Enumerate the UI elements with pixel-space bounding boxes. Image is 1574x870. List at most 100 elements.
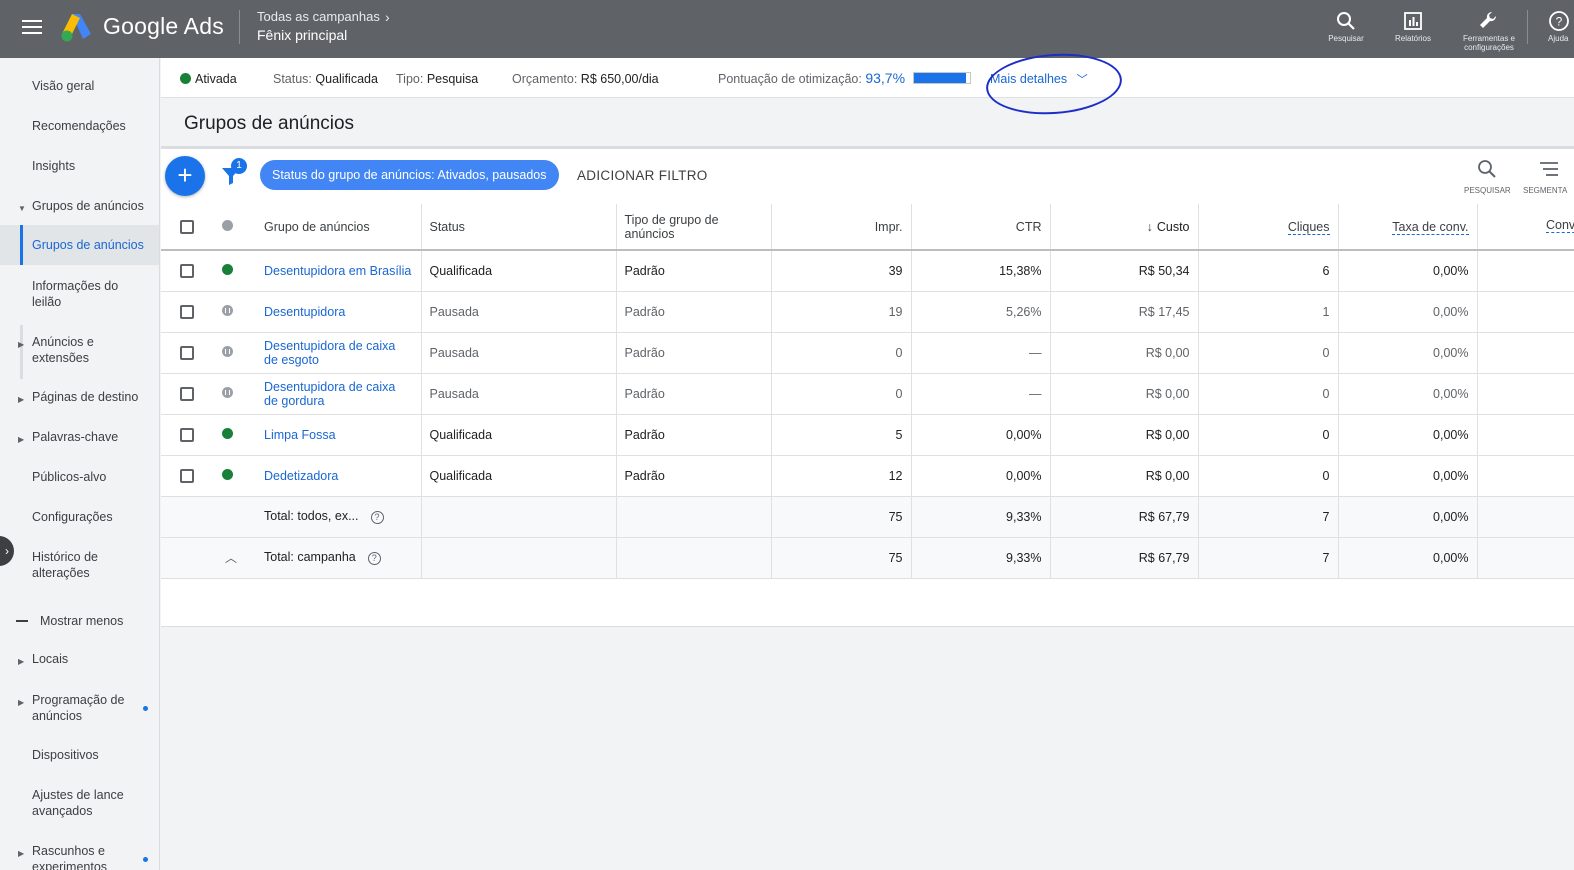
row-checkbox[interactable] <box>161 250 213 292</box>
ad-group-name-cell[interactable]: Desentupidora em Brasília <box>256 250 421 292</box>
table-row[interactable]: Desentupidora Pausada Padrão 19 5,26% R$… <box>161 291 1574 333</box>
impressions-cell: 0 <box>770 373 911 415</box>
table-row[interactable]: Desentupidora de caixa de gordura Pausad… <box>161 373 1574 415</box>
collapse-totals-button[interactable]: ︿ <box>213 537 256 579</box>
status-cell: Pausada <box>420 291 616 333</box>
sidebar-item-audiences[interactable]: Públicos-alvo <box>0 469 159 485</box>
total-clicks: 7 <box>1197 496 1338 538</box>
ad-group-link[interactable]: Dedetizadora <box>264 469 413 483</box>
row-status-icon[interactable] <box>213 250 256 292</box>
sidebar-item-ad-schedule[interactable]: ▶ Programação de anúncios <box>0 692 159 724</box>
segment-button[interactable]: SEGMENTA <box>1523 159 1574 195</box>
total-conv-rate: 0,00% <box>1337 537 1477 579</box>
ad-group-link[interactable]: Desentupidora de caixa de esgoto <box>264 339 413 367</box>
sidebar-item-change-history[interactable]: Histórico de alterações <box>0 549 159 581</box>
row-checkbox[interactable] <box>161 332 213 374</box>
header-status-dot <box>213 204 256 251</box>
column-header-impressions[interactable]: Impr. <box>770 204 911 251</box>
caret-down-icon: ▼ <box>18 204 26 213</box>
conversions-cell <box>1476 414 1574 456</box>
campaign-enabled-status[interactable]: Ativada <box>180 72 237 86</box>
ad-group-link[interactable]: Desentupidora de caixa de gordura <box>264 380 413 408</box>
more-details-button[interactable]: Mais detalhes ﹀ <box>990 71 1088 87</box>
sidebar-item-keywords[interactable]: ▶ Palavras-chave <box>0 429 159 445</box>
total-conv-rate: 0,00% <box>1337 496 1477 538</box>
top-reports-button[interactable]: Relatórios <box>1378 8 1448 43</box>
sidebar-item-auction-insights[interactable]: Informações do leilão <box>0 278 159 310</box>
conversions-cell <box>1476 250 1574 292</box>
row-checkbox[interactable] <box>161 291 213 333</box>
ad-group-link[interactable]: Desentupidora <box>264 305 413 319</box>
sidebar-item-settings[interactable]: Configurações <box>0 509 159 525</box>
help-icon[interactable]: ? <box>367 552 381 565</box>
table-search-button[interactable]: PESQUISAR <box>1464 159 1511 195</box>
enabled-dot-icon <box>180 73 191 84</box>
sidebar-show-less[interactable]: Mostrar menos <box>0 613 159 629</box>
table-row[interactable]: Dedetizadora Qualificada Padrão 12 0,00%… <box>161 455 1574 497</box>
filter-chip-ad-group-status[interactable]: Status do grupo de anúncios: Ativados, p… <box>260 160 559 190</box>
column-header-ctr[interactable]: CTR <box>910 204 1050 251</box>
empty-cell <box>420 537 616 579</box>
sidebar-item-drafts-experiments[interactable]: ▶ Rascunhos e experimentos <box>0 843 159 870</box>
breadcrumb-current-campaign[interactable]: Fênix principal <box>257 27 347 43</box>
cost-cell: R$ 0,00 <box>1049 414 1198 456</box>
campaign-type: Tipo: Pesquisa <box>396 72 479 86</box>
sidebar-item-devices[interactable]: Dispositivos <box>0 747 159 763</box>
sidebar-item-insights[interactable]: Insights <box>0 158 159 174</box>
sidebar-item-ad-groups[interactable]: Grupos de anúncios <box>0 225 159 265</box>
table-row[interactable]: Limpa Fossa Qualificada Padrão 5 0,00% R… <box>161 414 1574 456</box>
row-status-icon[interactable] <box>213 373 256 415</box>
row-status-icon[interactable] <box>213 291 256 333</box>
help-icon[interactable]: ? <box>370 511 384 524</box>
ad-group-name-cell[interactable]: Limpa Fossa <box>256 414 421 456</box>
row-status-icon[interactable] <box>213 414 256 456</box>
sidebar-item-advanced-bid-adj[interactable]: Ajustes de lance avançados <box>0 787 159 819</box>
top-tools-button[interactable]: Ferramentas e configurações <box>1454 8 1524 52</box>
breadcrumb-all-campaigns[interactable]: Todas as campanhas <box>257 9 380 24</box>
type-cell: Padrão <box>615 373 771 415</box>
cost-cell: R$ 0,00 <box>1049 373 1198 415</box>
divider <box>1527 10 1528 44</box>
table-row[interactable]: Desentupidora de caixa de esgoto Pausada… <box>161 332 1574 374</box>
select-all-checkbox[interactable] <box>161 204 213 251</box>
ad-group-name-cell[interactable]: Desentupidora de caixa de gordura <box>256 373 421 415</box>
row-checkbox[interactable] <box>161 373 213 415</box>
add-ad-group-button[interactable]: + <box>165 156 205 196</box>
ad-group-name-cell[interactable]: Desentupidora <box>256 291 421 333</box>
column-header-status[interactable]: Status <box>420 204 616 251</box>
sidebar-item-recommendations[interactable]: Recomendações <box>0 118 159 134</box>
sidebar-item-overview[interactable]: Visão geral <box>0 78 159 94</box>
table-row[interactable]: Desentupidora em Brasília Qualificada Pa… <box>161 250 1574 292</box>
sidebar-item-landing-pages[interactable]: ▶ Páginas de destino <box>0 389 159 405</box>
top-reports-label: Relatórios <box>1394 34 1431 43</box>
ad-group-name-cell[interactable]: Desentupidora de caixa de esgoto <box>256 332 421 374</box>
sidebar-item-locations[interactable]: ▶ Locais <box>0 651 159 667</box>
row-checkbox[interactable] <box>161 414 213 456</box>
row-status-icon[interactable] <box>213 455 256 497</box>
ad-group-link[interactable]: Desentupidora em Brasília <box>264 264 413 278</box>
column-header-conversions[interactable]: Conv <box>1476 204 1574 251</box>
total-cost: R$ 67,79 <box>1049 496 1198 538</box>
type-cell: Padrão <box>615 455 771 497</box>
top-bar: Google Ads Todas as campanhas › Fênix pr… <box>0 0 1574 58</box>
add-filter-button[interactable]: ADICIONAR FILTRO <box>577 168 708 183</box>
column-header-type[interactable]: Tipo de grupo de anúncios <box>615 204 771 251</box>
sidebar-item-ad-groups-parent[interactable]: ▼ Grupos de anúncios <box>0 198 159 214</box>
optimization-score[interactable]: Pontuação de otimização: 93,7% <box>718 70 905 86</box>
ad-group-name-cell[interactable]: Dedetizadora <box>256 455 421 497</box>
column-header-ad-group[interactable]: Grupo de anúncios <box>256 204 421 251</box>
column-header-cost[interactable]: ↓ Custo <box>1049 204 1198 251</box>
row-status-icon[interactable] <box>213 332 256 374</box>
top-help-button[interactable]: ? Ajuda <box>1530 8 1574 43</box>
row-checkbox[interactable] <box>161 455 213 497</box>
column-header-conv-rate[interactable]: Taxa de conv. <box>1337 204 1477 251</box>
total-row-all: Total: todos, ex...? 75 9,33% R$ 67,79 7… <box>161 496 1574 538</box>
menu-icon[interactable] <box>18 16 46 40</box>
sidebar-item-ads-extensions[interactable]: ▶ Anúncios e extensões <box>0 334 159 366</box>
column-header-clicks[interactable]: Cliques <box>1197 204 1338 251</box>
sort-descending-icon: ↓ <box>1146 219 1153 234</box>
top-search-button[interactable]: Pesquisar <box>1311 8 1381 43</box>
caret-right-icon: ▶ <box>18 395 25 404</box>
ctr-cell: 0,00% <box>910 414 1050 456</box>
ad-group-link[interactable]: Limpa Fossa <box>264 428 413 442</box>
